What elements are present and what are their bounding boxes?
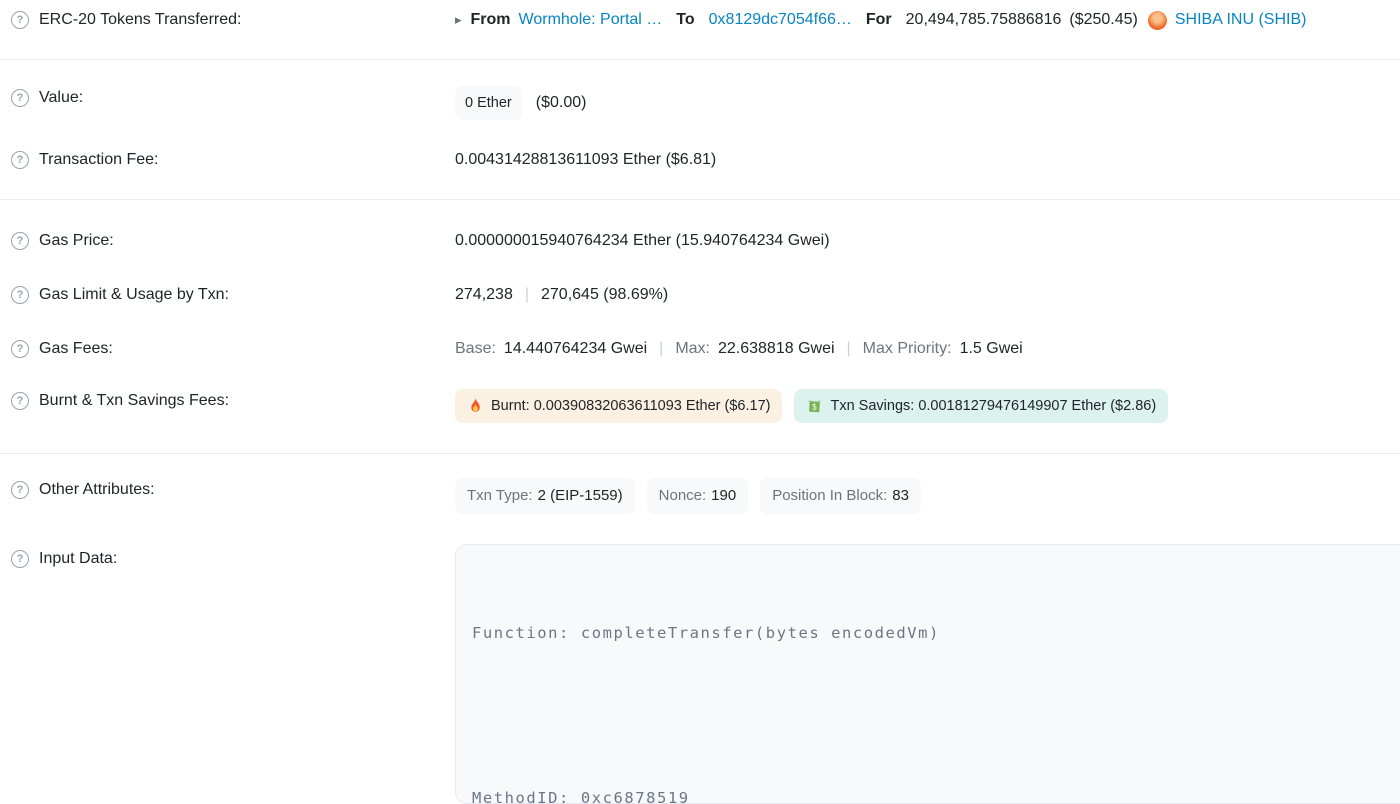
txn-savings-badge: $ Txn Savings: 0.00181279476149907 Ether… — [794, 389, 1169, 423]
position-value: 83 — [892, 487, 909, 504]
position-key: Position In Block: — [772, 487, 888, 504]
input-data-codebox[interactable]: Function: completeTransfer(bytes encoded… — [455, 544, 1400, 804]
gas-limit-label: Gas Limit & Usage by Txn: — [39, 286, 229, 303]
burnt-savings-label: Burnt & Txn Savings Fees: — [39, 392, 230, 409]
txn-type-badge: Txn Type: 2 (EIP-1559) — [455, 478, 635, 514]
transaction-fee-value: 0.00431428813611093 Ether ($6.81) — [455, 151, 717, 168]
max-fee-label: Max: — [675, 340, 710, 357]
other-attributes-label: Other Attributes: — [39, 481, 155, 498]
burnt-badge-text: Burnt: 0.00390832063611093 Ether ($6.17) — [491, 398, 771, 414]
input-methodid-line: MethodID: 0xc6878519 — [472, 789, 690, 804]
help-icon[interactable]: ? — [11, 340, 29, 358]
help-icon[interactable]: ? — [11, 392, 29, 410]
help-icon[interactable]: ? — [11, 11, 29, 29]
other-attributes-row: ? Other Attributes: Txn Type: 2 (EIP-155… — [0, 454, 1400, 514]
money-with-wings-icon: $ — [807, 399, 823, 412]
max-fee-value: 22.638818 Gwei — [717, 340, 835, 357]
txn-type-key: Txn Type: — [467, 487, 533, 504]
nonce-badge: Nonce: 190 — [646, 478, 749, 514]
pipe-separator: | — [846, 340, 851, 357]
flame-icon — [471, 398, 480, 412]
max-priority-fee-label: Max Priority: — [862, 340, 952, 357]
gas-limit-value: 274,238 — [455, 286, 513, 303]
help-icon[interactable]: ? — [11, 151, 29, 169]
gas-usage-value: 270,645 (98.69%) — [541, 286, 669, 303]
gas-fees-row: ? Gas Fees: Base: 14.440764234 Gwei | Ma… — [0, 307, 1400, 361]
input-data-row: ? Input Data: Function: completeTransfer… — [0, 514, 1400, 804]
pipe-separator: | — [524, 286, 529, 303]
help-icon[interactable]: ? — [11, 89, 29, 107]
value-row: ? Value: 0 Ether ($0.00) — [0, 60, 1400, 120]
shiba-inu-token-icon — [1147, 10, 1167, 30]
burnt-badge: Burnt: 0.00390832063611093 Ether ($6.17) — [455, 389, 783, 423]
base-fee-value: 14.440764234 Gwei — [503, 340, 648, 357]
erc20-transfers-row: ? ERC-20 Tokens Transferred: ▸ From Worm… — [0, 0, 1400, 59]
nonce-key: Nonce: — [658, 487, 707, 504]
help-icon[interactable]: ? — [11, 550, 29, 568]
from-address-link[interactable]: Wormhole: Portal … — [519, 8, 663, 32]
gas-fees-label: Gas Fees: — [39, 340, 113, 357]
help-icon[interactable]: ? — [11, 232, 29, 250]
txn-type-value: 2 (EIP-1559) — [537, 487, 623, 504]
gas-price-label: Gas Price: — [39, 232, 114, 249]
input-data-label: Input Data: — [39, 550, 118, 567]
help-icon[interactable]: ? — [11, 286, 29, 304]
gas-limit-row: ? Gas Limit & Usage by Txn: 274,238 | 27… — [0, 253, 1400, 307]
token-amount: 20,494,785.75886816 — [905, 11, 1062, 28]
erc20-transfers-label: ERC-20 Tokens Transferred: — [39, 11, 242, 28]
ether-value-badge: 0 Ether — [455, 86, 522, 120]
nonce-value: 190 — [711, 487, 737, 504]
svg-text:$: $ — [812, 402, 817, 412]
txn-savings-badge-text: Txn Savings: 0.00181279476149907 Ether (… — [830, 398, 1157, 414]
transaction-fee-label: Transaction Fee: — [39, 151, 159, 168]
input-function-line: Function: completeTransfer(bytes encoded… — [472, 624, 940, 642]
value-usd: ($0.00) — [535, 94, 587, 111]
from-label: From — [470, 11, 511, 28]
to-address-link[interactable]: 0x8129dc7054f66… — [709, 8, 852, 32]
gas-price-value: 0.000000015940764234 Ether (15.940764234… — [455, 232, 830, 249]
to-label: To — [676, 11, 695, 28]
pipe-separator: | — [659, 340, 664, 357]
base-fee-label: Base: — [455, 340, 496, 357]
expand-caret-icon[interactable]: ▸ — [455, 8, 462, 32]
token-usd-value: ($250.45) — [1069, 11, 1138, 28]
help-icon[interactable]: ? — [11, 481, 29, 499]
for-label: For — [865, 11, 892, 28]
max-priority-fee-value: 1.5 Gwei — [959, 340, 1023, 357]
transaction-fee-row: ? Transaction Fee: 0.00431428813611093 E… — [0, 120, 1400, 172]
burnt-savings-row: ? Burnt & Txn Savings Fees: Burnt: 0.003… — [0, 361, 1400, 423]
token-name-link[interactable]: SHIBA INU (SHIB) — [1175, 8, 1307, 32]
value-label: Value: — [39, 89, 84, 106]
gas-price-row: ? Gas Price: 0.000000015940764234 Ether … — [0, 200, 1400, 253]
position-in-block-badge: Position In Block: 83 — [760, 478, 921, 514]
